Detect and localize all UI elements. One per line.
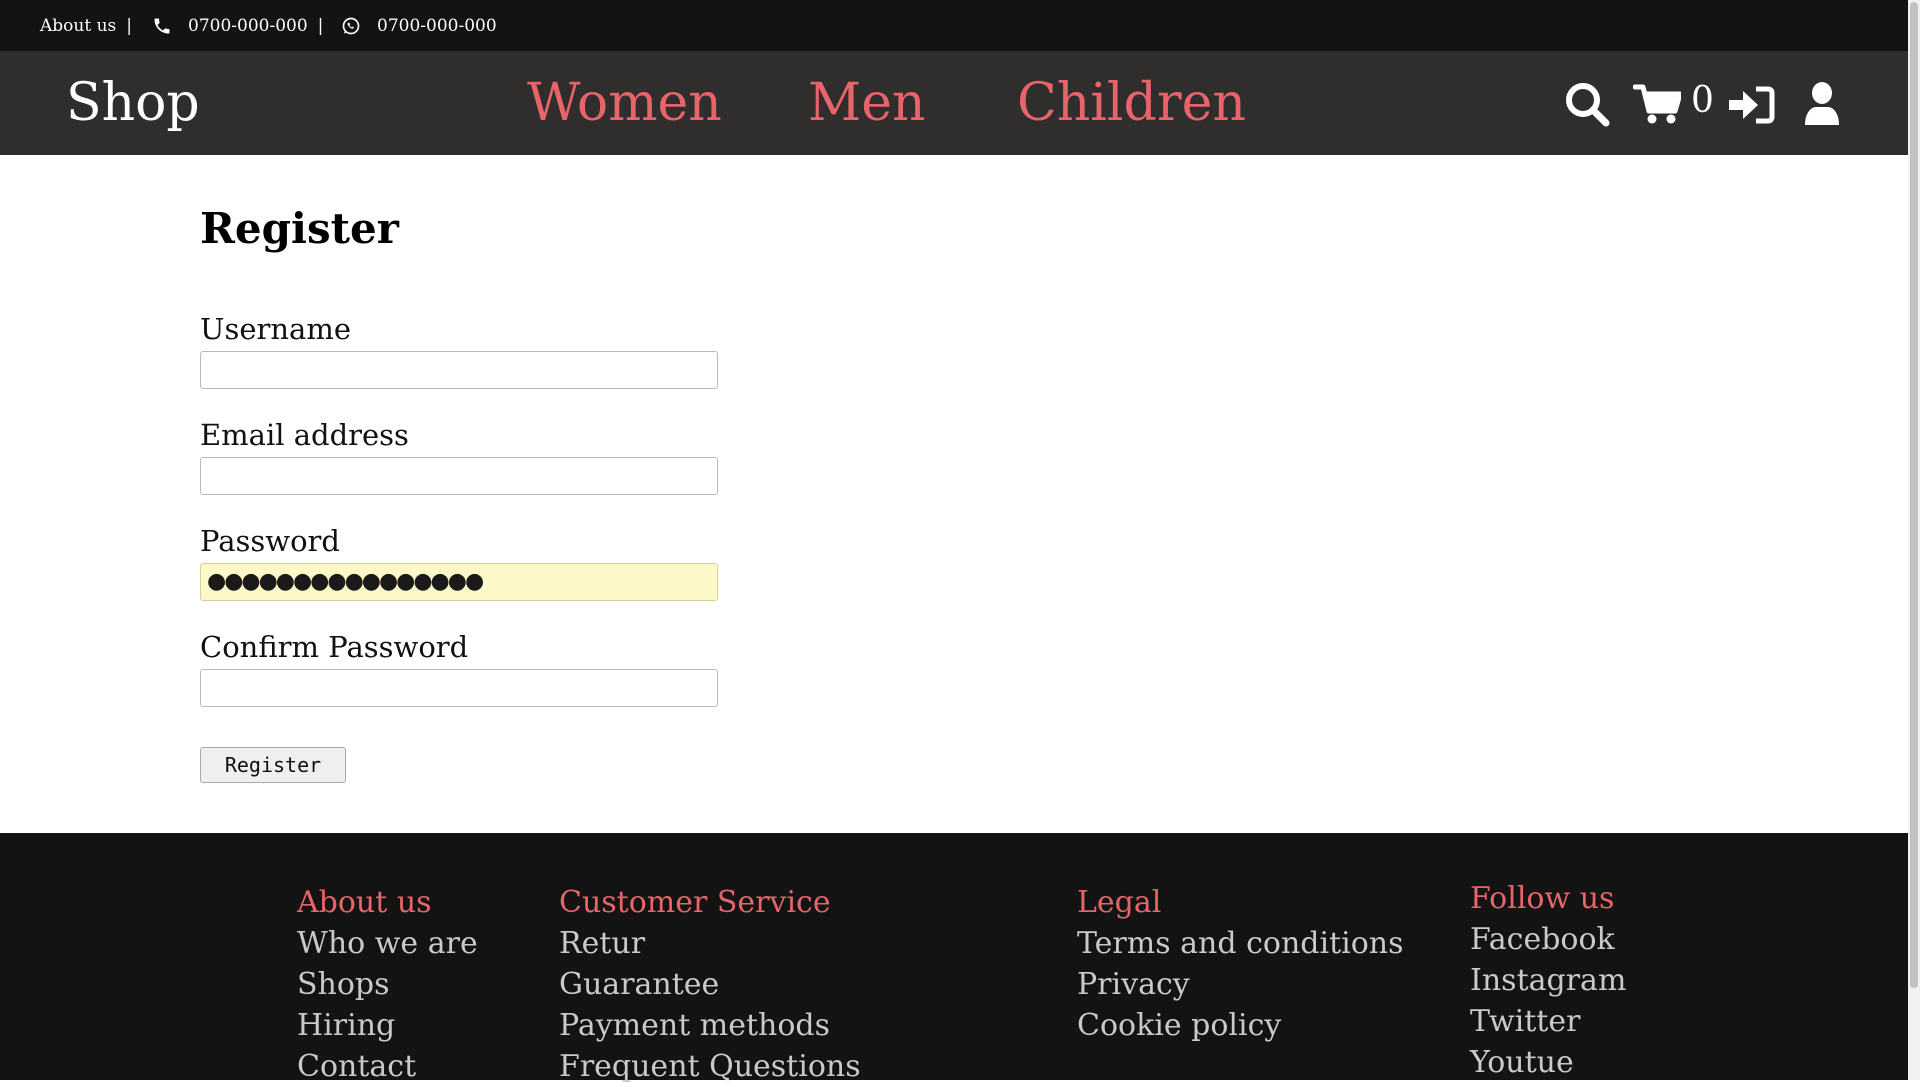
separator: | <box>126 16 132 36</box>
footer-column-customer-service: Customer Service Retur Guarantee Payment… <box>559 883 861 1087</box>
cart-count[interactable]: 0 <box>1691 80 1714 121</box>
username-input[interactable] <box>200 351 718 389</box>
page-title: Register <box>200 204 399 253</box>
nav-link-men[interactable]: Men <box>808 73 926 133</box>
footer-link[interactable]: Youtue <box>1470 1042 1626 1083</box>
footer-link[interactable]: Instagram <box>1470 960 1626 1001</box>
footer-link[interactable]: Terms and conditions <box>1077 923 1404 964</box>
footer-link[interactable]: Contact <box>297 1046 478 1087</box>
phone-number[interactable]: 0700-000-000 | <box>188 16 323 36</box>
footer-link[interactable]: Facebook <box>1470 919 1626 960</box>
footer-column-follow-us: Follow us Facebook Instagram Twitter You… <box>1470 879 1626 1083</box>
footer-heading: Customer Service <box>559 885 831 920</box>
footer-link[interactable]: Guarantee <box>559 964 861 1005</box>
nav-link-women[interactable]: Women <box>527 73 722 133</box>
footer-link[interactable]: Twitter <box>1470 1001 1626 1042</box>
top-info-bar: About us | 0700-000-000 | 0700-000-000 <box>0 0 1908 51</box>
user-icon[interactable] <box>1803 81 1841 127</box>
vertical-scrollbar[interactable] <box>1908 0 1920 1080</box>
phone-number-text: 0700-000-000 <box>188 16 308 36</box>
email-input[interactable] <box>200 457 718 495</box>
footer: About us Who we are Shops Hiring Contact… <box>0 833 1908 1084</box>
separator: | <box>317 16 324 36</box>
confirm-password-label: Confirm Password <box>200 630 469 664</box>
email-label: Email address <box>200 418 409 452</box>
password-input[interactable]: ●●●●●●●●●●●●●●●● <box>200 563 718 601</box>
register-button[interactable]: Register <box>200 747 346 783</box>
password-label: Password <box>200 524 340 558</box>
footer-link[interactable]: Privacy <box>1077 964 1404 1005</box>
footer-link[interactable]: Cookie policy <box>1077 1005 1404 1046</box>
sign-in-icon[interactable] <box>1729 85 1775 125</box>
footer-heading: Follow us <box>1470 881 1615 916</box>
nav-link-children[interactable]: Children <box>1017 73 1246 133</box>
cart-icon[interactable] <box>1633 83 1681 125</box>
footer-heading: About us <box>297 885 432 920</box>
phone-icon <box>154 18 170 34</box>
footer-link[interactable]: Frequent Questions <box>559 1046 861 1087</box>
scrollbar-thumb[interactable] <box>1910 2 1918 988</box>
search-icon[interactable] <box>1563 80 1611 128</box>
about-us-link[interactable]: About us | <box>40 16 132 36</box>
footer-column-about: About us Who we are Shops Hiring Contact <box>297 883 478 1087</box>
confirm-password-input[interactable] <box>200 669 718 707</box>
footer-link[interactable]: Who we are <box>297 923 478 964</box>
footer-link[interactable]: Shops <box>297 964 478 1005</box>
footer-heading: Legal <box>1077 885 1162 920</box>
footer-link[interactable]: Payment methods <box>559 1005 861 1046</box>
main-nav: Shop Women Men Children 0 <box>0 51 1908 155</box>
username-label: Username <box>200 312 351 346</box>
password-mask: ●●●●●●●●●●●●●●●● <box>207 569 484 594</box>
footer-link[interactable]: Retur <box>559 923 861 964</box>
footer-column-legal: Legal Terms and conditions Privacy Cooki… <box>1077 883 1404 1046</box>
footer-link[interactable]: Hiring <box>297 1005 478 1046</box>
about-us-label: About us <box>40 16 117 36</box>
whatsapp-icon <box>342 17 360 35</box>
brand-logo[interactable]: Shop <box>66 73 200 133</box>
whatsapp-number[interactable]: 0700-000-000 <box>377 16 497 36</box>
